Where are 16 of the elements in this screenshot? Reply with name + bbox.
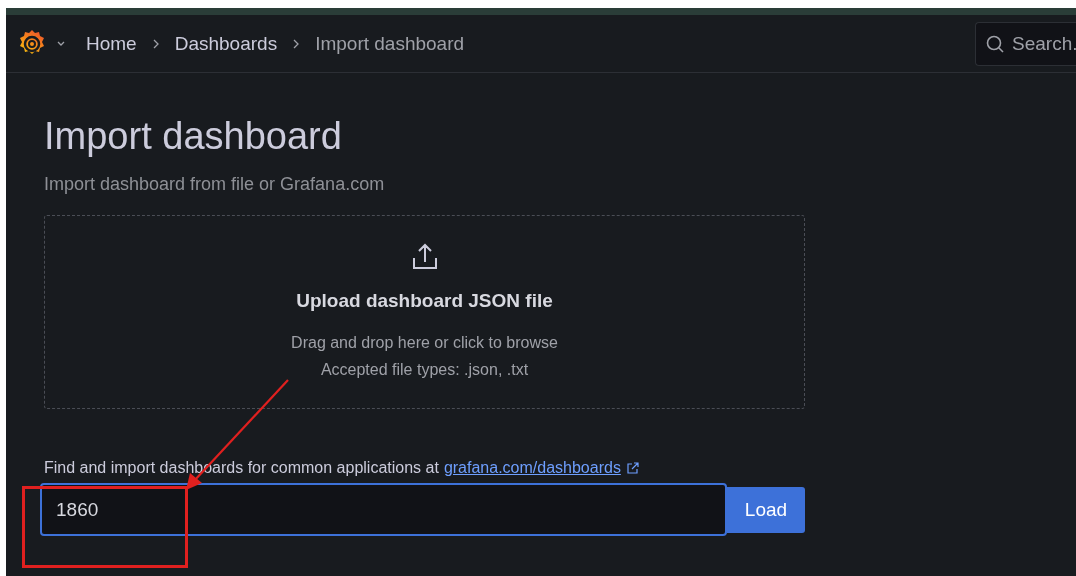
dashboard-id-field[interactable]: 1860 (40, 483, 727, 536)
upload-hint: Drag and drop here or click to browse (291, 334, 558, 352)
breadcrumb-link[interactable]: Home (86, 32, 137, 55)
breadcrumb-link[interactable]: Dashboards (174, 32, 278, 55)
file-dropzone[interactable]: Upload dashboard JSON file Drag and drop here or click to browse Accepted file types: .json, .txt (44, 215, 805, 409)
breadcrumb-link[interactable]: Import dashboard (315, 32, 465, 55)
search-field[interactable]: Search. (975, 21, 1076, 66)
page-subtitle: Import dashboard from file or Grafana.com (44, 174, 386, 195)
external-link-icon (625, 461, 639, 475)
page-title: Import dashboard (44, 115, 343, 158)
upload-icon (410, 242, 439, 272)
load-button[interactable]: Load (727, 487, 805, 533)
dashboards-link[interactable]: grafana.com/dashboards (443, 459, 621, 477)
accepted-types: Accepted file types: .json, .txt (320, 361, 529, 379)
upload-title: Upload dashboard JSON file (296, 290, 553, 312)
search-icon (985, 33, 1005, 54)
